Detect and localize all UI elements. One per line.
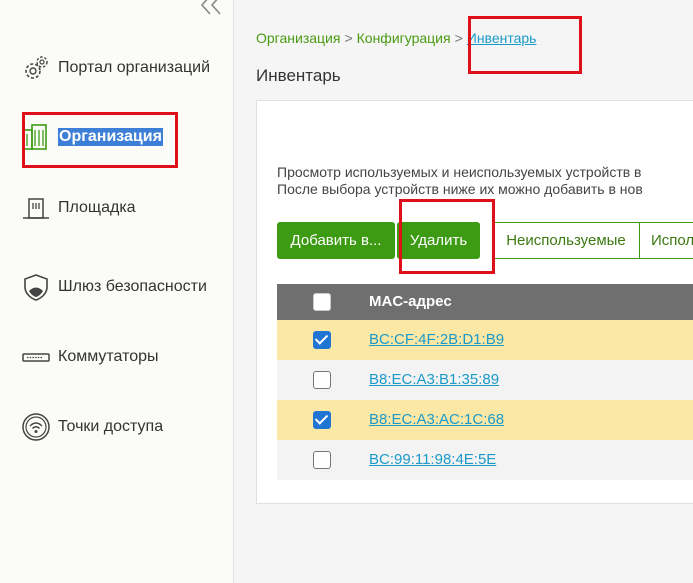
delete-button[interactable]: Удалить bbox=[397, 222, 480, 259]
sidebar-item-switches[interactable]: Коммутаторы bbox=[20, 340, 159, 374]
breadcrumb-separator: > bbox=[454, 30, 463, 46]
sidebar-item-label: Точки доступа bbox=[58, 418, 164, 435]
buildings-icon bbox=[20, 121, 52, 153]
switch-icon bbox=[20, 341, 52, 373]
sidebar-item-label: Коммутаторы bbox=[58, 348, 159, 365]
mac-address-link[interactable]: B8:EC:A3:AC:1C:68 bbox=[369, 411, 504, 428]
description-line-1: Просмотр используемых и неиспользуемых у… bbox=[277, 164, 642, 180]
page-description: Просмотр используемых и неиспользуемых у… bbox=[277, 164, 643, 198]
breadcrumb-organization[interactable]: Организация bbox=[256, 30, 340, 46]
breadcrumb-separator: > bbox=[344, 30, 353, 46]
table-row[interactable]: BC:99:11:98:4E:5E bbox=[277, 440, 693, 480]
page-title: Инвентарь bbox=[256, 66, 341, 85]
sidebar-item-organization[interactable]: Организация bbox=[20, 120, 163, 154]
gear-icon bbox=[20, 52, 52, 84]
breadcrumb-configuration[interactable]: Конфигурация bbox=[357, 30, 451, 46]
sidebar-item-label: Шлюз безопасности bbox=[58, 278, 207, 295]
site-icon bbox=[20, 192, 52, 224]
wifi-ap-icon bbox=[20, 411, 52, 443]
select-all-checkbox[interactable] bbox=[313, 293, 331, 311]
breadcrumb: Организация > Конфигурация > Инвентарь bbox=[256, 30, 536, 46]
shield-icon bbox=[20, 271, 52, 303]
sidebar-item-access-points[interactable]: Точки доступа bbox=[20, 410, 163, 444]
mac-address-link[interactable]: B8:EC:A3:B1:35:89 bbox=[369, 371, 499, 388]
row-checkbox[interactable] bbox=[313, 331, 331, 349]
inventory-table: MAC-адрес BC:CF:4F:2B:D1:B9 B8:EC:A3:B1:… bbox=[277, 284, 693, 480]
collapse-sidebar-icon[interactable] bbox=[198, 0, 224, 16]
breadcrumb-inventory[interactable]: Инвентарь bbox=[467, 30, 537, 46]
sidebar-item-label: Площадка bbox=[58, 199, 136, 216]
column-header-mac[interactable]: MAC-адрес bbox=[369, 293, 452, 310]
table-header: MAC-адрес bbox=[277, 284, 693, 320]
row-checkbox[interactable] bbox=[313, 411, 331, 429]
table-row[interactable]: B8:EC:A3:B1:35:89 bbox=[277, 360, 693, 400]
mac-address-link[interactable]: BC:CF:4F:2B:D1:B9 bbox=[369, 331, 504, 348]
sidebar-item-label: Организация bbox=[58, 128, 163, 146]
row-checkbox[interactable] bbox=[313, 451, 331, 469]
sidebar: Портал организаций Организация Площадка … bbox=[0, 0, 234, 583]
sidebar-item-security-gateway[interactable]: Шлюз безопасности bbox=[20, 270, 207, 304]
mac-address-link[interactable]: BC:99:11:98:4E:5E bbox=[369, 451, 496, 468]
used-filter-button[interactable]: Испол bbox=[639, 222, 693, 259]
description-line-2: После выбора устройств ниже их можно доб… bbox=[277, 181, 643, 197]
sidebar-item-org-portal[interactable]: Портал организаций bbox=[20, 51, 210, 85]
add-to-button[interactable]: Добавить в... bbox=[277, 222, 395, 259]
table-row[interactable]: B8:EC:A3:AC:1C:68 bbox=[277, 400, 693, 440]
row-checkbox[interactable] bbox=[313, 371, 331, 389]
unused-filter-button[interactable]: Неиспользуемые bbox=[492, 222, 640, 259]
table-row[interactable]: BC:CF:4F:2B:D1:B9 bbox=[277, 320, 693, 360]
sidebar-item-label: Портал организаций bbox=[58, 59, 210, 76]
sidebar-item-site[interactable]: Площадка bbox=[20, 191, 136, 225]
